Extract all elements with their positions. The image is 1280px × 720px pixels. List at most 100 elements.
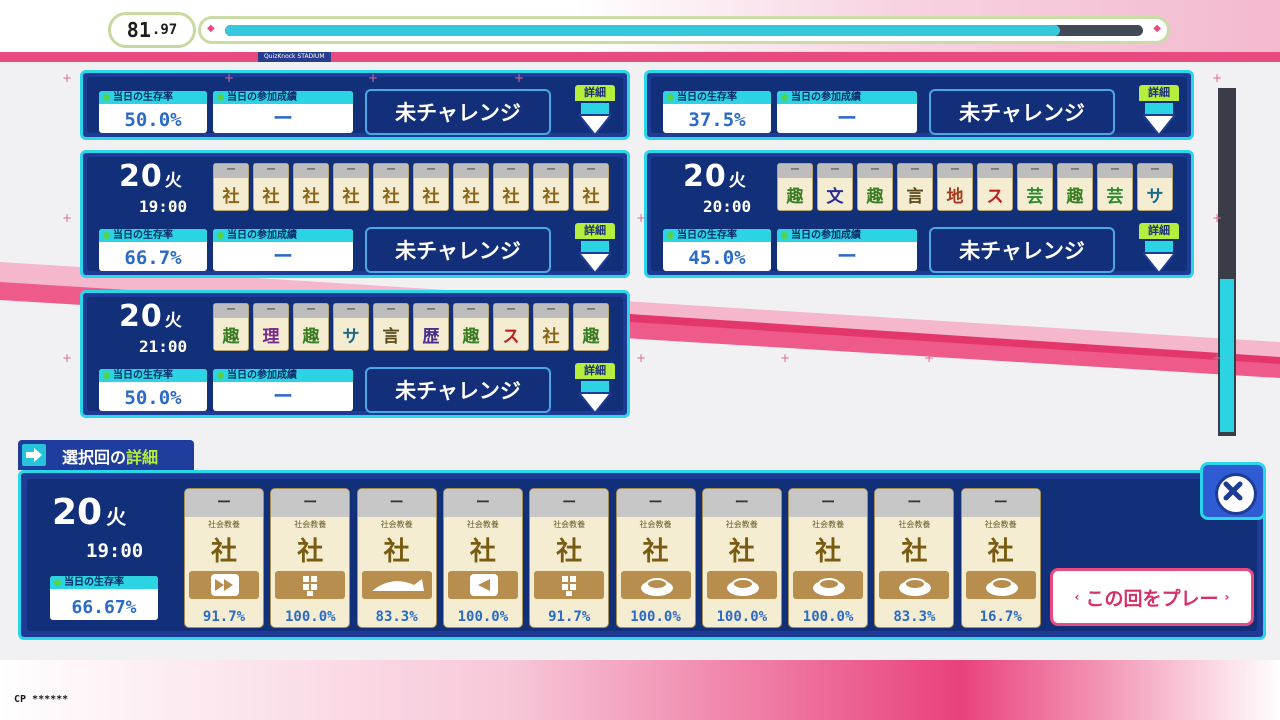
question-card[interactable]: ー社会教養社 83.3%	[874, 488, 955, 628]
genre-slot: ー理	[253, 303, 289, 351]
detail-button-label: 詳細	[1139, 223, 1179, 239]
question-dash: ー	[530, 489, 609, 517]
question-card[interactable]: ー社会教養社 91.7%	[184, 488, 264, 628]
slot-genre: 理	[262, 327, 280, 347]
slot-dash: ー	[898, 164, 932, 178]
survival-rate-label: 当日の生存率	[99, 91, 207, 104]
down-arrow-icon	[1140, 241, 1178, 275]
slot-genre: 芸	[1106, 187, 1124, 207]
fast-forward-icon	[189, 571, 259, 599]
question-card[interactable]: ー社会教養社 16.7%	[960, 488, 1041, 628]
question-card[interactable]: ー社会教養社 100.0%	[270, 488, 351, 628]
participation-value: ー	[273, 106, 293, 130]
genre-slots: ー社ー社ー社ー社ー社ー社ー社ー社ー社ー社	[213, 163, 609, 211]
scrollbar-thumb[interactable]	[1220, 279, 1234, 432]
slot-genre: 歴	[422, 327, 440, 347]
brand-label: QuizKnock STADIUM	[258, 52, 331, 62]
challenge-button[interactable]: 未チャレンジ	[929, 227, 1115, 273]
puzzle-icon	[275, 571, 346, 599]
slot-genre: 趣	[302, 327, 320, 347]
genre-slot: ー社	[373, 163, 409, 211]
question-card[interactable]: ー社会教養社 100.0%	[615, 488, 696, 628]
question-dash: ー	[616, 489, 695, 517]
genre-slot: ー社	[573, 163, 609, 211]
detail-button[interactable]: 詳細	[575, 85, 615, 137]
slot-genre: 趣	[1066, 187, 1084, 207]
slot-genre: 社	[422, 187, 440, 207]
genre-slot: ーサ	[333, 303, 369, 351]
challenge-button[interactable]: 未チャレンジ	[365, 367, 551, 413]
schedule-card[interactable]: 当日の生存率 37.5% 当日の参加成績ー未チャレンジ 詳細	[644, 70, 1194, 140]
question-genre: 社会教養	[984, 520, 1017, 529]
question-dash: ー	[961, 489, 1040, 517]
card-weekday: 火	[164, 311, 183, 331]
survival-rate-label: 当日の生存率	[663, 229, 771, 242]
participation-value: ー	[273, 384, 293, 408]
question-dash: ー	[185, 489, 263, 517]
challenge-button[interactable]: 未チャレンジ	[365, 89, 551, 135]
question-genre: 社会教養	[380, 520, 413, 529]
genre-slot: ー社	[453, 163, 489, 211]
genre-slot: ース	[493, 303, 529, 351]
slot-genre: 社	[462, 187, 480, 207]
question-dash: ー	[702, 489, 781, 517]
survival-rate-label: 当日の生存率	[99, 369, 207, 382]
schedule-card[interactable]: 20 火 19:00 ー社ー社ー社ー社ー社ー社ー社ー社ー社ー社当日の生存率 66.7% 当…	[80, 150, 630, 278]
down-arrow-icon	[1140, 103, 1178, 137]
play-this-round-button[interactable]: ‹ この回をプレー ›	[1050, 568, 1254, 626]
question-card[interactable]: ー社会教養社 83.3%	[356, 488, 437, 628]
detail-day: 20 火	[52, 492, 126, 533]
genre-slot: ー趣	[777, 163, 813, 211]
question-percentage: 91.7%	[548, 609, 591, 625]
slot-dash: ー	[374, 164, 408, 178]
play-left-arrow-icon: ‹	[1074, 590, 1080, 604]
question-card[interactable]: ー社会教養社 91.7%	[529, 488, 610, 628]
slot-genre: 社	[302, 187, 320, 207]
detail-survival-rate: 当日の生存率 66.67%	[50, 576, 158, 620]
slot-genre: 言	[382, 327, 400, 347]
detail-button[interactable]: 詳細	[1139, 85, 1179, 137]
participation-box: 当日の参加成績ー	[777, 229, 917, 271]
question-percentage: 83.3%	[375, 609, 418, 625]
slot-dash: ー	[858, 164, 892, 178]
question-percentage: 100.0%	[716, 609, 768, 625]
detail-button[interactable]: 詳細	[575, 363, 615, 415]
slot-dash: ー	[374, 304, 408, 318]
grid-plus-icon: +	[368, 71, 379, 85]
genre-slots: ー趣ー文ー趣ー言ー地ースー芸ー趣ー芸ーサ	[777, 163, 1173, 211]
slot-dash: ー	[1058, 164, 1092, 178]
enter-arrow-icon	[22, 444, 46, 466]
question-percentage: 100.0%	[285, 609, 336, 625]
slot-genre: 社	[222, 187, 240, 207]
question-card[interactable]: ー社会教養社 100.0%	[442, 488, 523, 628]
grid-plus-icon: +	[1212, 211, 1223, 225]
slot-dash: ー	[494, 164, 528, 178]
challenge-button[interactable]: 未チャレンジ	[929, 89, 1115, 135]
question-genre: 社会教養	[466, 520, 499, 529]
schedule-card[interactable]: 20 火 21:00 ー趣ー理ー趣ーサー言ー歴ー趣ースー社ー趣当日の生存率 50.0% 当…	[80, 290, 630, 418]
question-card[interactable]: ー社会教養社 100.0%	[701, 488, 782, 628]
schedule-card[interactable]: 20 火 20:00 ー趣ー文ー趣ー言ー地ースー芸ー趣ー芸ーサ当日の生存率 45.0% 当…	[644, 150, 1194, 278]
question-dash: ー	[271, 489, 350, 517]
question-card[interactable]: ー社会教養社 100.0%	[788, 488, 869, 628]
progress-right-cap-icon: ◆	[1153, 23, 1161, 34]
detail-day-weekday: 火	[106, 505, 127, 529]
participation-box: 当日の参加成績ー	[213, 369, 353, 411]
slot-dash: ー	[1138, 164, 1172, 178]
close-button[interactable]	[1200, 462, 1266, 520]
buzzer-icon	[965, 571, 1036, 599]
schedule-scrollbar[interactable]	[1218, 88, 1236, 436]
schedule-card[interactable]: 当日の生存率 50.0% 当日の参加成績ー未チャレンジ 詳細	[80, 70, 630, 140]
participation-value: ー	[837, 106, 857, 130]
slot-genre: 趣	[786, 187, 804, 207]
detail-button[interactable]: 詳細	[1139, 223, 1179, 275]
counter-decimal: 97	[160, 22, 178, 38]
slot-genre: 文	[826, 187, 844, 207]
survival-rate-box: 当日の生存率 50.0%	[99, 369, 207, 411]
slot-dash: ー	[574, 304, 608, 318]
slot-genre: 言	[906, 187, 924, 207]
slot-dash: ー	[534, 164, 568, 178]
progress-track	[225, 25, 1143, 36]
detail-button[interactable]: 詳細	[575, 223, 615, 275]
challenge-button[interactable]: 未チャレンジ	[365, 227, 551, 273]
